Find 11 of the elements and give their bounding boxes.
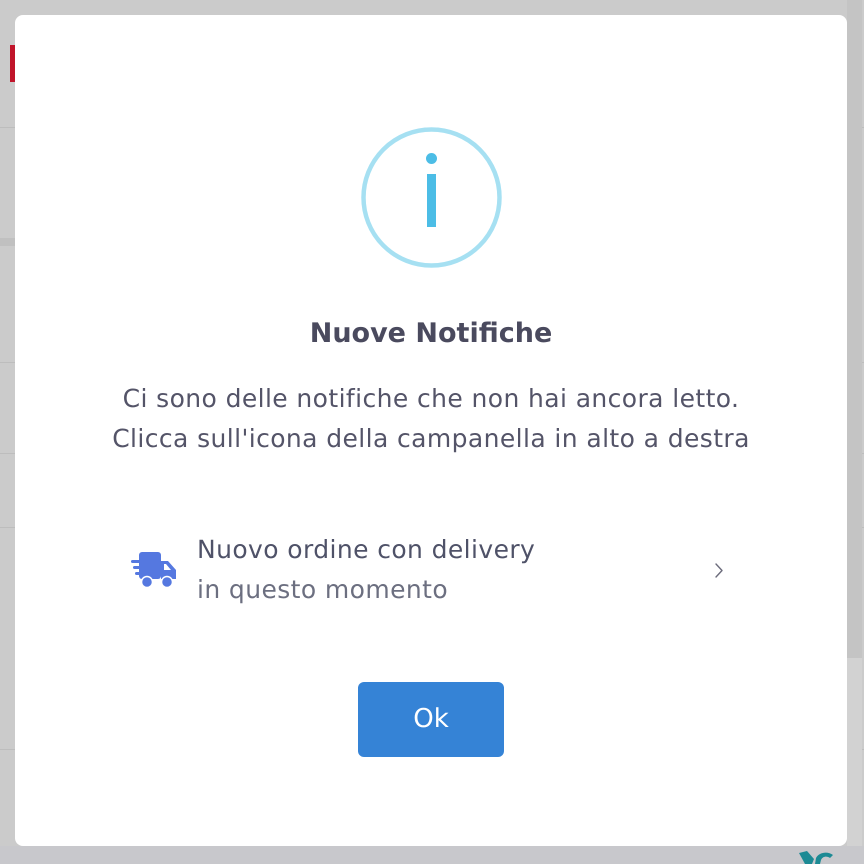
flag-marker (10, 45, 15, 82)
dialog-title: Nuove Notifiche (310, 317, 552, 351)
truck-icon (131, 551, 177, 589)
chevron-icon (715, 562, 723, 578)
ok-button[interactable]: Ok (358, 682, 504, 757)
cut-off-icon (799, 851, 833, 864)
notification-title: Nuovo ordine con delivery (197, 534, 536, 566)
dialog-message: Clicca sull'icona della campanella in alto a destra (112, 423, 750, 455)
dialog-message: Ci sono delle notifiche che non hai ancora letto. (122, 383, 740, 415)
notification-time: in questo momento (197, 574, 448, 606)
info-icon (360, 127, 502, 268)
